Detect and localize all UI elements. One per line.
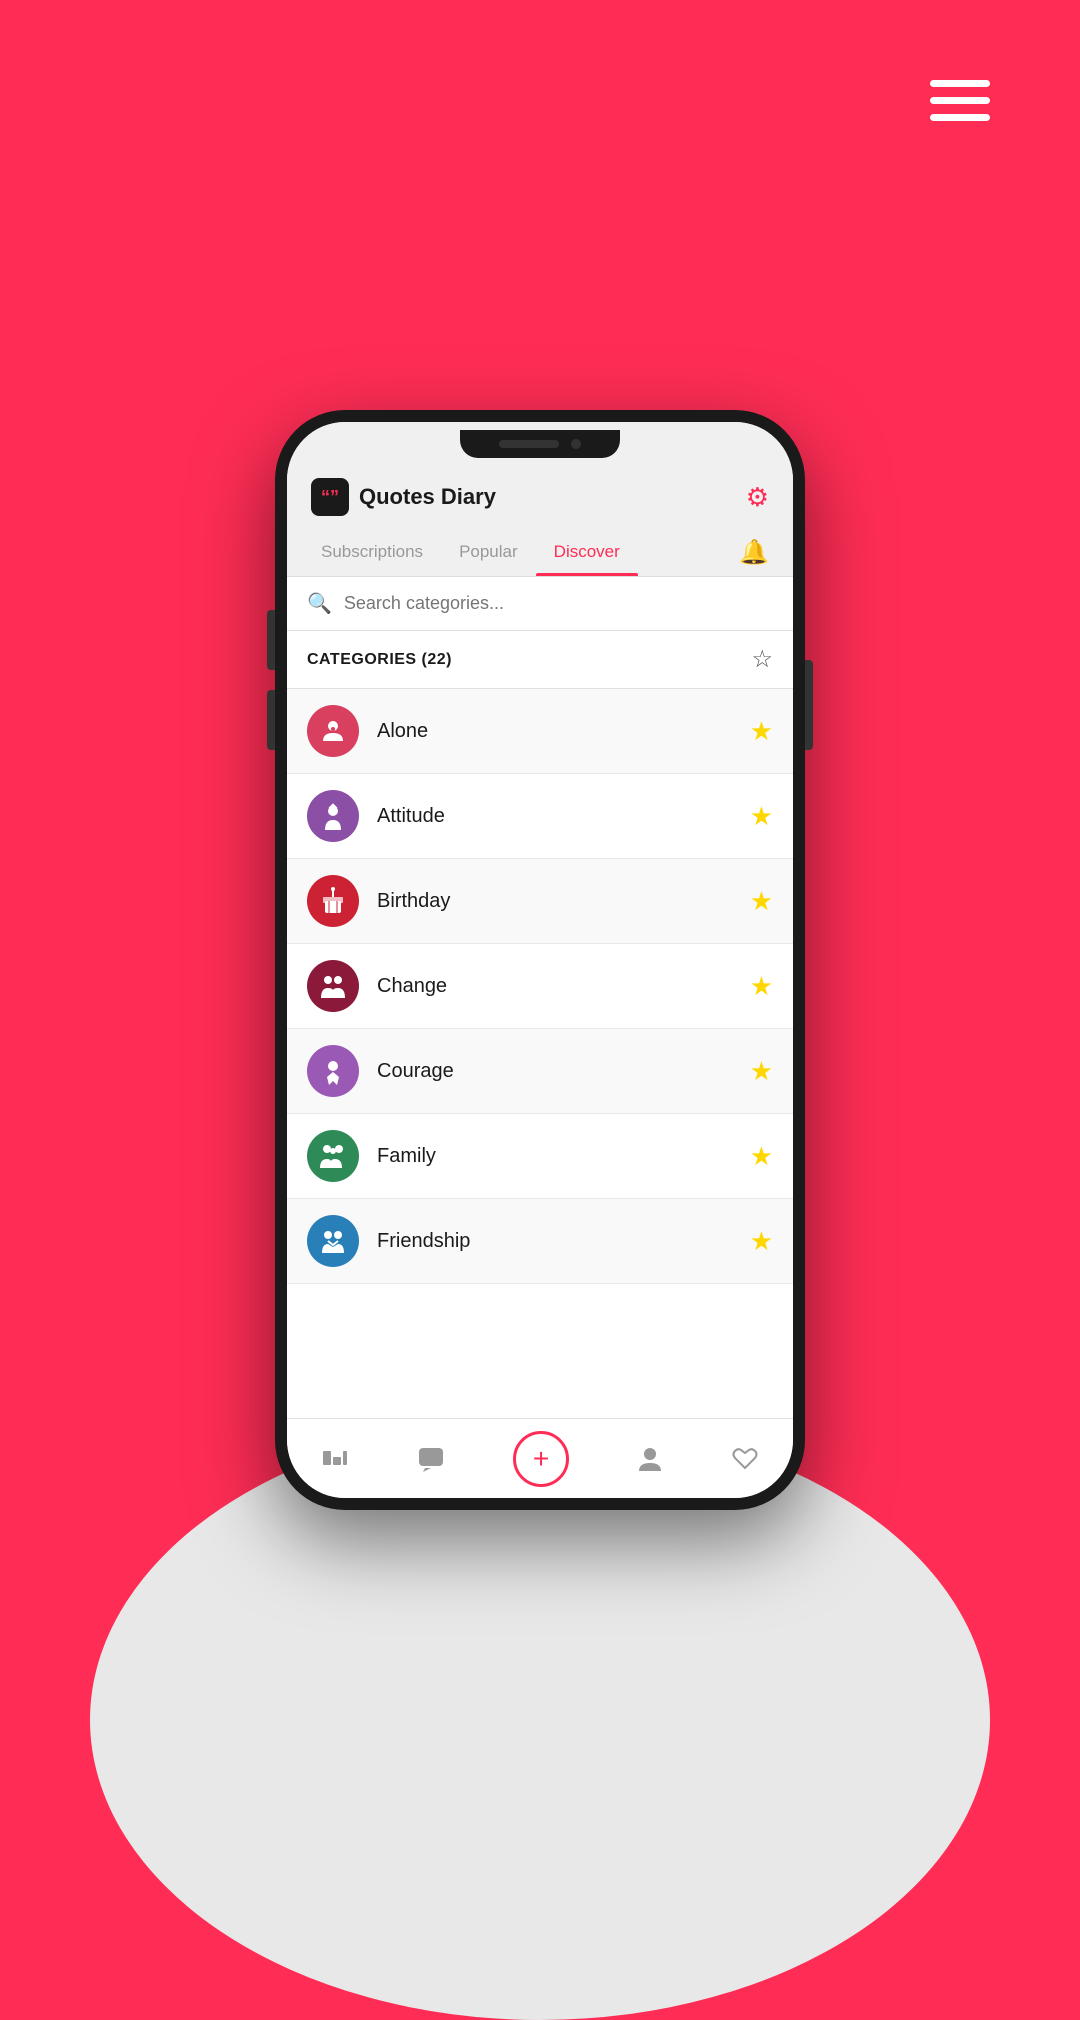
star-change[interactable]: ★ bbox=[750, 971, 773, 1002]
category-name-courage: Courage bbox=[377, 1060, 750, 1083]
home-nav[interactable] bbox=[321, 1447, 349, 1471]
category-list: Alone ★ Attitude ★ bbox=[287, 689, 793, 1418]
category-name-family: Family bbox=[377, 1145, 750, 1168]
tab-popular[interactable]: Popular bbox=[441, 528, 536, 576]
search-input[interactable] bbox=[344, 593, 773, 614]
notch-camera bbox=[571, 439, 581, 449]
side-button-vol-up bbox=[267, 610, 275, 670]
star-friendship[interactable]: ★ bbox=[750, 1226, 773, 1257]
background-circle bbox=[90, 1420, 990, 2020]
categories-header: CATEGORIES (22) ☆ bbox=[287, 631, 793, 689]
phone-frame: “” Quotes Diary ⚙ Subscriptions Popular … bbox=[275, 410, 805, 1510]
list-item[interactable]: Attitude ★ bbox=[287, 774, 793, 859]
category-icon-attitude bbox=[307, 790, 359, 842]
hamburger-line-3 bbox=[930, 114, 990, 121]
tab-subscriptions[interactable]: Subscriptions bbox=[303, 528, 441, 576]
category-name-birthday: Birthday bbox=[377, 890, 750, 913]
bottom-nav: + bbox=[287, 1418, 793, 1498]
chat-nav[interactable] bbox=[417, 1446, 445, 1472]
categories-title: CATEGORIES (22) bbox=[307, 651, 452, 669]
hamburger-menu[interactable] bbox=[930, 80, 990, 121]
star-alone[interactable]: ★ bbox=[750, 716, 773, 747]
app-logo-icon: “” bbox=[311, 478, 349, 516]
category-icon-family bbox=[307, 1130, 359, 1182]
logo-quote-marks: “” bbox=[321, 487, 339, 508]
app-logo-area: “” Quotes Diary bbox=[311, 478, 496, 516]
list-item[interactable]: Friendship ★ bbox=[287, 1199, 793, 1284]
category-icon-courage bbox=[307, 1045, 359, 1097]
category-icon-friendship bbox=[307, 1215, 359, 1267]
app-header: “” Quotes Diary ⚙ bbox=[287, 466, 793, 528]
add-nav[interactable]: + bbox=[513, 1431, 569, 1487]
list-item[interactable]: Family ★ bbox=[287, 1114, 793, 1199]
tabs-bar: Subscriptions Popular Discover 🔔 bbox=[287, 528, 793, 577]
search-icon: 🔍 bbox=[307, 591, 332, 616]
notch-area bbox=[287, 422, 793, 466]
category-icon-change bbox=[307, 960, 359, 1012]
category-name-friendship: Friendship bbox=[377, 1230, 750, 1253]
category-icon-alone bbox=[307, 705, 359, 757]
category-icon-birthday bbox=[307, 875, 359, 927]
notch bbox=[460, 430, 620, 458]
star-filter-icon[interactable]: ☆ bbox=[751, 645, 773, 674]
tab-discover[interactable]: Discover bbox=[536, 528, 638, 576]
star-courage[interactable]: ★ bbox=[750, 1056, 773, 1087]
star-family[interactable]: ★ bbox=[750, 1141, 773, 1172]
star-birthday[interactable]: ★ bbox=[750, 886, 773, 917]
category-name-alone: Alone bbox=[377, 720, 750, 743]
hamburger-line-2 bbox=[930, 97, 990, 104]
notch-pill bbox=[499, 440, 559, 448]
app-title: Quotes Diary bbox=[359, 484, 496, 510]
list-item[interactable]: Courage ★ bbox=[287, 1029, 793, 1114]
list-item[interactable]: Alone ★ bbox=[287, 689, 793, 774]
side-button-vol-down bbox=[267, 690, 275, 750]
phone-screen: “” Quotes Diary ⚙ Subscriptions Popular … bbox=[287, 422, 793, 1498]
category-name-attitude: Attitude bbox=[377, 805, 750, 828]
star-attitude[interactable]: ★ bbox=[750, 801, 773, 832]
add-icon: + bbox=[533, 1443, 549, 1475]
settings-icon[interactable]: ⚙ bbox=[746, 482, 769, 513]
bell-icon[interactable]: 🔔 bbox=[731, 530, 777, 575]
category-name-change: Change bbox=[377, 975, 750, 998]
list-item[interactable]: Birthday ★ bbox=[287, 859, 793, 944]
side-button-power bbox=[805, 660, 813, 750]
list-item[interactable]: Change ★ bbox=[287, 944, 793, 1029]
profile-nav[interactable] bbox=[637, 1445, 663, 1473]
hamburger-line-1 bbox=[930, 80, 990, 87]
favorites-nav[interactable] bbox=[731, 1446, 759, 1472]
search-container: 🔍 bbox=[287, 577, 793, 631]
